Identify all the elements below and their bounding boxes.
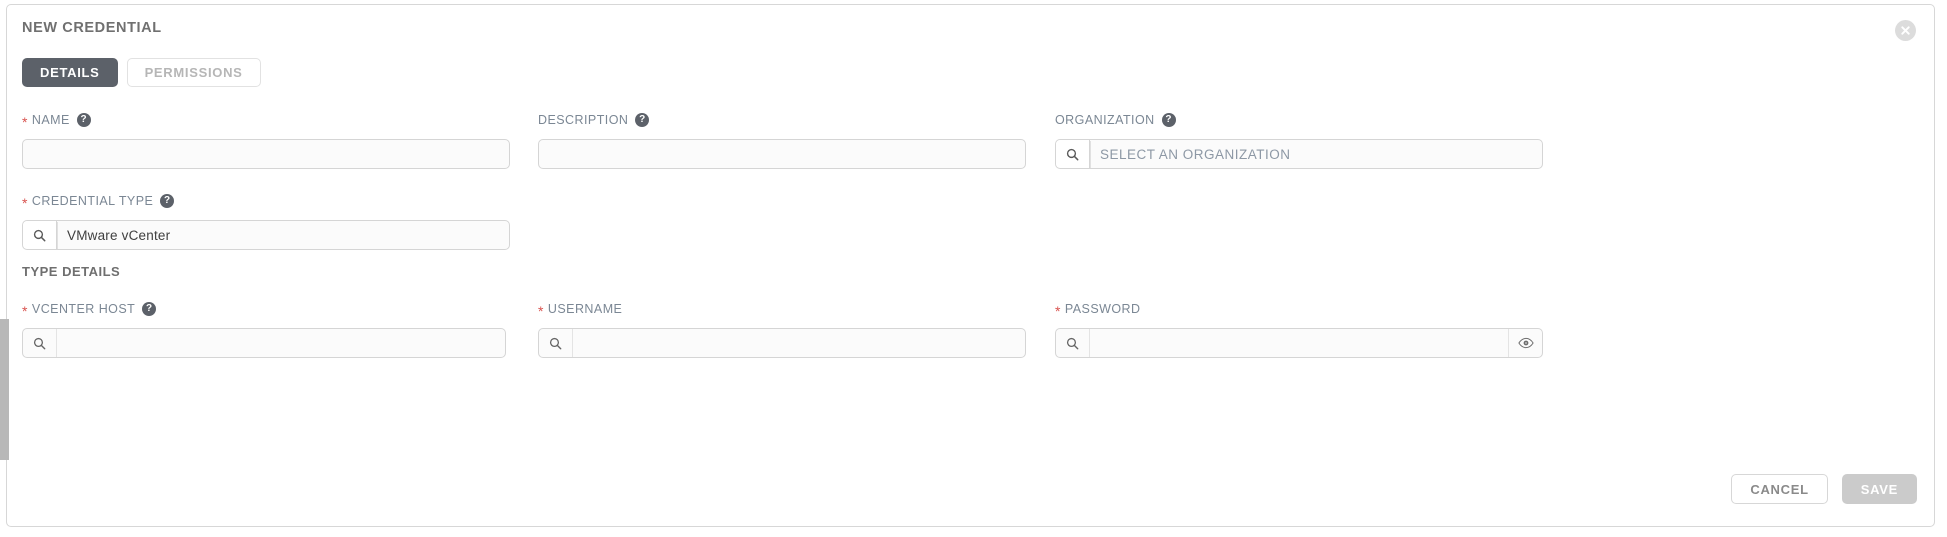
field-password-label: * PASSWORD bbox=[1055, 302, 1141, 319]
search-icon[interactable] bbox=[539, 329, 573, 357]
footer-actions: CANCEL SAVE bbox=[1731, 474, 1917, 504]
search-icon[interactable] bbox=[23, 221, 57, 249]
field-credential-type: * CREDENTIAL TYPE ? bbox=[22, 193, 510, 250]
username-input[interactable] bbox=[573, 329, 1025, 357]
field-password: * PASSWORD bbox=[1055, 301, 1543, 358]
description-input[interactable] bbox=[539, 140, 1025, 168]
search-icon[interactable] bbox=[23, 329, 57, 357]
new-credential-screen: NEW CREDENTIAL DETAILS PERMISSIONS * NAM… bbox=[0, 0, 1947, 537]
eye-icon[interactable] bbox=[1508, 329, 1542, 357]
tab-bar: DETAILS PERMISSIONS bbox=[22, 58, 261, 87]
name-input-shell[interactable] bbox=[22, 139, 510, 169]
tab-permissions[interactable]: PERMISSIONS bbox=[126, 58, 261, 87]
password-input[interactable] bbox=[1090, 329, 1508, 357]
field-username-label: * USERNAME bbox=[538, 302, 623, 319]
organization-input-shell[interactable] bbox=[1055, 139, 1543, 169]
required-indicator: * bbox=[22, 114, 28, 130]
field-description: DESCRIPTION ? bbox=[538, 112, 1026, 169]
help-icon[interactable]: ? bbox=[160, 194, 175, 208]
field-credential-type-label: * CREDENTIAL TYPE ? bbox=[22, 193, 510, 211]
field-name-label: * NAME ? bbox=[22, 112, 510, 130]
password-input-shell[interactable] bbox=[1055, 328, 1543, 358]
vertical-scrollbar[interactable] bbox=[0, 4, 9, 527]
field-vcenter-host-label: * VCENTER HOST ? bbox=[22, 301, 506, 319]
page-title: NEW CREDENTIAL bbox=[22, 20, 162, 36]
help-icon[interactable]: ? bbox=[76, 113, 91, 127]
save-button[interactable]: SAVE bbox=[1841, 474, 1917, 504]
tab-details[interactable]: DETAILS bbox=[22, 58, 118, 87]
section-type-details: TYPE DETAILS bbox=[22, 264, 121, 279]
required-indicator: * bbox=[22, 195, 28, 211]
field-organization: ORGANIZATION ? bbox=[1055, 112, 1543, 169]
vcenter-host-input[interactable] bbox=[57, 329, 505, 357]
username-input-shell[interactable] bbox=[538, 328, 1026, 358]
field-organization-label: ORGANIZATION ? bbox=[1055, 112, 1543, 128]
cancel-button[interactable]: CANCEL bbox=[1731, 474, 1828, 504]
field-name: * NAME ? bbox=[22, 112, 510, 169]
scrollbar-thumb[interactable] bbox=[0, 319, 9, 460]
required-indicator: * bbox=[22, 303, 28, 319]
field-description-label: DESCRIPTION ? bbox=[538, 112, 1026, 128]
search-icon[interactable] bbox=[1056, 140, 1090, 168]
name-input[interactable] bbox=[23, 140, 509, 168]
credential-type-input-shell[interactable] bbox=[22, 220, 510, 250]
organization-input[interactable] bbox=[1090, 140, 1542, 168]
field-username: * USERNAME bbox=[538, 301, 1026, 358]
help-icon[interactable]: ? bbox=[1161, 113, 1176, 127]
close-icon[interactable] bbox=[1895, 20, 1916, 41]
field-vcenter-host: * VCENTER HOST ? bbox=[22, 301, 506, 358]
required-indicator: * bbox=[1055, 303, 1061, 319]
new-credential-card bbox=[6, 4, 1935, 527]
required-indicator: * bbox=[538, 303, 544, 319]
vcenter-host-input-shell[interactable] bbox=[22, 328, 506, 358]
search-icon[interactable] bbox=[1056, 329, 1090, 357]
credential-type-input[interactable] bbox=[57, 221, 509, 249]
description-input-shell[interactable] bbox=[538, 139, 1026, 169]
help-icon[interactable]: ? bbox=[142, 302, 157, 316]
help-icon[interactable]: ? bbox=[635, 113, 650, 127]
